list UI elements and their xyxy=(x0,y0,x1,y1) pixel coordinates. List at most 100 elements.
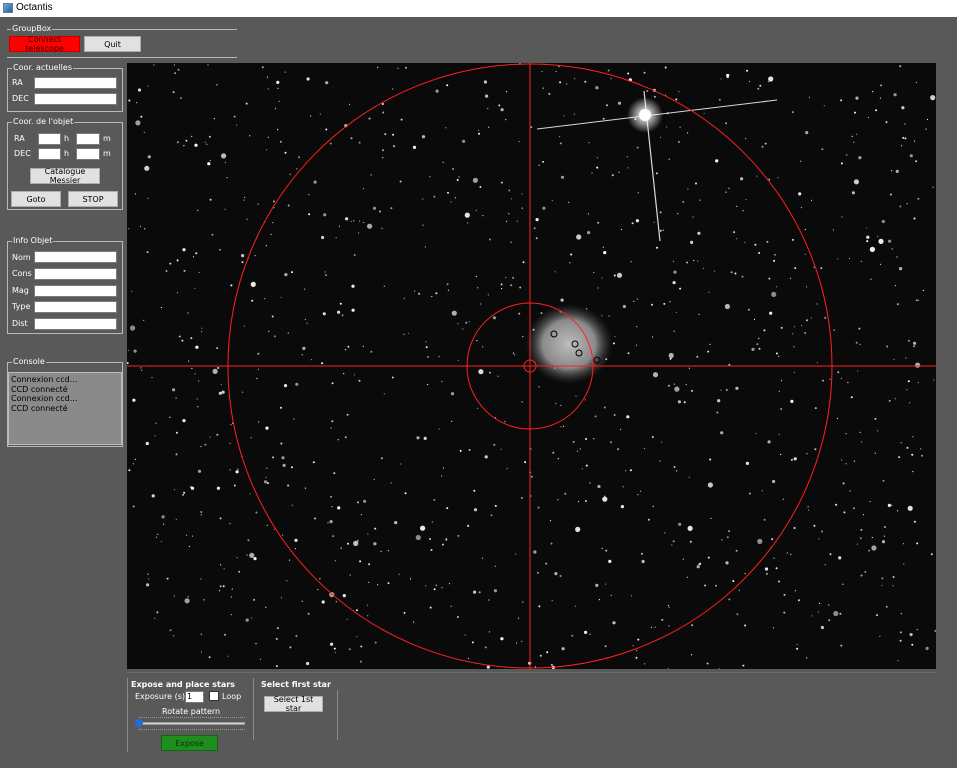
star xyxy=(213,118,215,120)
star xyxy=(893,93,897,97)
exposure-input[interactable]: 1 xyxy=(185,691,204,703)
star xyxy=(742,210,744,212)
loop-checkbox[interactable] xyxy=(209,691,219,701)
star xyxy=(464,212,470,218)
connect-telescope-button[interactable]: Connect telescope xyxy=(9,35,80,53)
target-ra-minutes-field[interactable] xyxy=(76,133,100,145)
star xyxy=(500,283,503,286)
target-ra-hours-field[interactable] xyxy=(38,133,61,145)
star xyxy=(367,223,373,229)
star xyxy=(468,321,470,323)
star xyxy=(257,368,259,370)
star xyxy=(849,490,851,492)
rotate-slider-handle[interactable] xyxy=(135,719,143,727)
target-dec-minutes-field[interactable] xyxy=(76,148,100,160)
star xyxy=(603,251,607,255)
select-first-star-button[interactable]: Select 1st star xyxy=(264,695,323,713)
console-line: CCD connecté xyxy=(11,403,68,413)
star xyxy=(182,248,186,252)
star xyxy=(613,414,616,416)
star xyxy=(477,287,479,289)
star xyxy=(367,615,369,617)
star xyxy=(840,644,843,647)
current-ra-field[interactable] xyxy=(34,77,117,89)
star xyxy=(585,438,588,440)
star xyxy=(506,467,508,470)
rotate-slider-track[interactable] xyxy=(139,722,245,725)
expose-section-title: Expose and place stars xyxy=(131,680,235,689)
star xyxy=(626,156,628,158)
star xyxy=(673,383,675,385)
star xyxy=(356,636,358,638)
info-type-field[interactable] xyxy=(34,301,117,313)
star xyxy=(862,514,865,516)
star xyxy=(821,530,823,533)
star xyxy=(488,126,490,128)
star xyxy=(246,554,248,556)
star xyxy=(893,358,895,360)
star xyxy=(264,480,266,482)
star xyxy=(487,294,489,296)
star xyxy=(200,578,202,580)
star xyxy=(478,591,481,594)
star xyxy=(321,362,324,365)
star xyxy=(441,475,443,477)
star xyxy=(699,199,701,201)
star xyxy=(652,505,654,507)
star xyxy=(904,137,907,140)
star xyxy=(405,66,407,69)
goto-button[interactable]: Goto xyxy=(11,191,61,207)
star xyxy=(178,335,181,338)
star xyxy=(641,559,645,564)
star xyxy=(207,64,209,66)
star xyxy=(673,270,677,274)
star xyxy=(347,345,350,348)
catalogue-messier-button[interactable]: Catalogue Messier xyxy=(30,167,100,185)
star xyxy=(360,514,362,516)
star xyxy=(181,339,184,342)
star xyxy=(267,136,269,138)
current-dec-field[interactable] xyxy=(34,93,117,105)
star xyxy=(128,349,130,351)
star xyxy=(550,542,553,545)
star xyxy=(584,399,586,401)
console-log[interactable]: Connexion ccd... CCD connecté Connexion … xyxy=(8,372,122,445)
info-cons-field[interactable] xyxy=(34,268,117,280)
star xyxy=(135,120,141,126)
star xyxy=(589,633,591,635)
star xyxy=(400,463,402,465)
star xyxy=(879,263,882,265)
info-type-label: Type xyxy=(12,302,31,311)
expose-button[interactable]: Expose xyxy=(161,735,218,751)
star xyxy=(675,311,678,313)
star xyxy=(816,303,818,305)
star xyxy=(218,248,221,251)
star xyxy=(489,371,491,374)
star xyxy=(304,487,306,489)
info-dist-field[interactable] xyxy=(34,318,117,330)
star xyxy=(520,496,523,499)
info-nom-field[interactable] xyxy=(34,251,117,263)
star xyxy=(637,638,640,641)
star xyxy=(282,534,284,536)
stop-button[interactable]: STOP xyxy=(68,191,118,207)
star xyxy=(457,359,459,361)
star xyxy=(195,345,199,349)
star xyxy=(454,197,456,199)
quit-button[interactable]: Quit xyxy=(84,36,141,52)
star xyxy=(275,637,278,640)
star xyxy=(627,352,630,355)
star xyxy=(132,398,136,402)
star xyxy=(295,382,299,386)
star xyxy=(761,145,764,148)
star xyxy=(186,534,188,536)
star xyxy=(575,395,577,397)
info-mag-field[interactable] xyxy=(34,285,117,297)
ccd-image-view[interactable] xyxy=(126,63,937,670)
target-dec-degrees-field[interactable] xyxy=(38,148,61,160)
star xyxy=(883,535,886,537)
star xyxy=(720,431,724,435)
star xyxy=(429,176,431,178)
star xyxy=(293,418,295,420)
star xyxy=(899,205,902,208)
